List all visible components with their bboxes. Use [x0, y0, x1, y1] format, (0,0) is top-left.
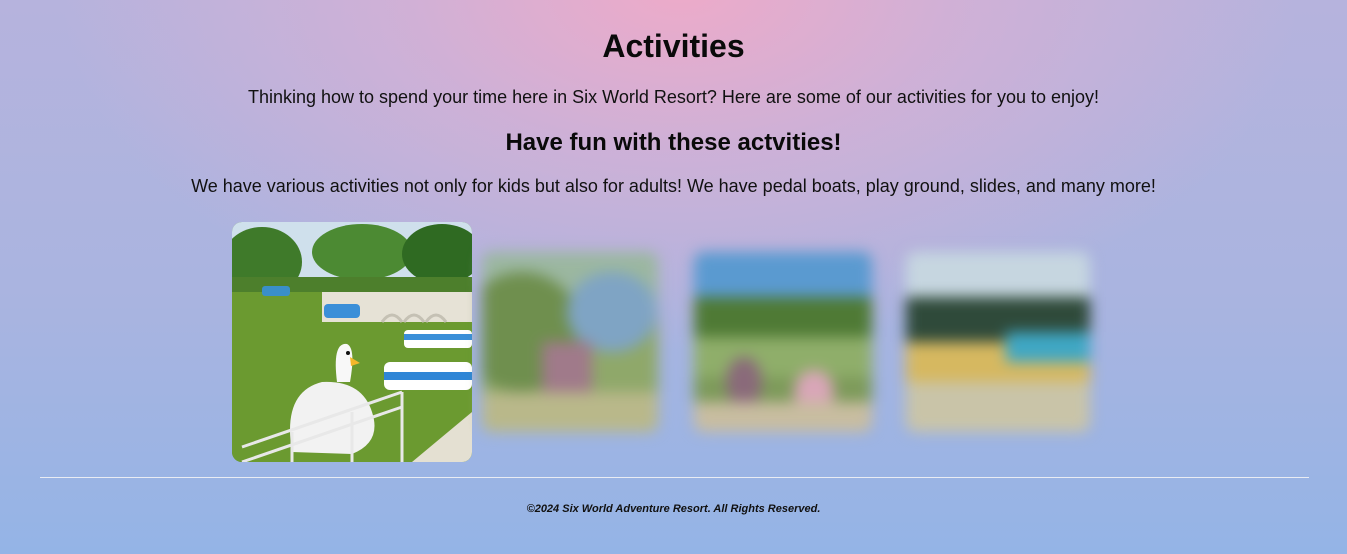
- swan-pedal-boat-image: [232, 222, 472, 462]
- footer-divider: [40, 477, 1309, 478]
- activities-gallery: [0, 0, 1347, 554]
- swan-pedal-boat-photo[interactable]: [232, 222, 472, 462]
- park-visitors-image: [694, 252, 872, 432]
- copyright-text: ©2024 Six World Adventure Resort. All Ri…: [526, 503, 821, 515]
- park-visitors-photo[interactable]: [694, 252, 872, 432]
- slides-photo[interactable]: [906, 252, 1090, 432]
- slides-image: [906, 252, 1090, 432]
- playground-image: [482, 252, 658, 432]
- playground-photo[interactable]: [482, 252, 658, 432]
